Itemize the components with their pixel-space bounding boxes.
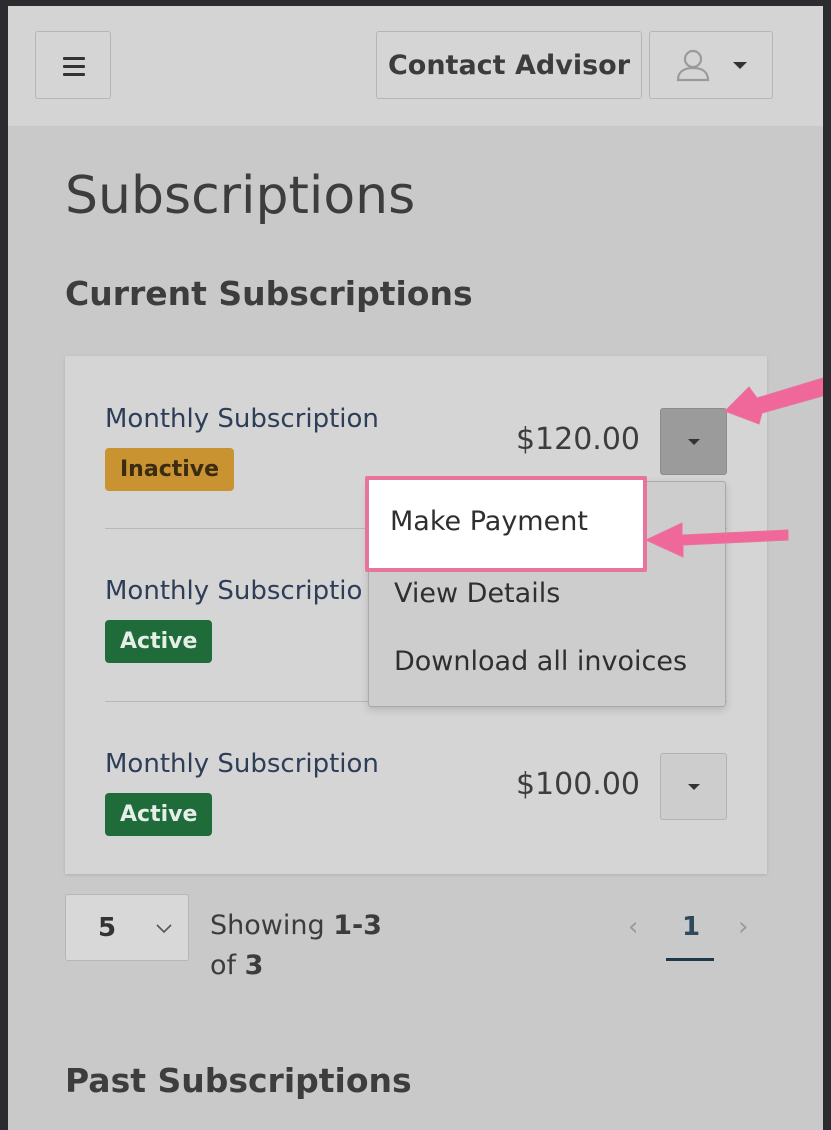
app-window: Contact Advisor Subscriptions Current Su…: [8, 6, 823, 1130]
annotation-arrow-icon: [724, 377, 823, 425]
annotation-overlay: [644, 377, 823, 558]
annotation-arrow-icon: [644, 522, 789, 558]
